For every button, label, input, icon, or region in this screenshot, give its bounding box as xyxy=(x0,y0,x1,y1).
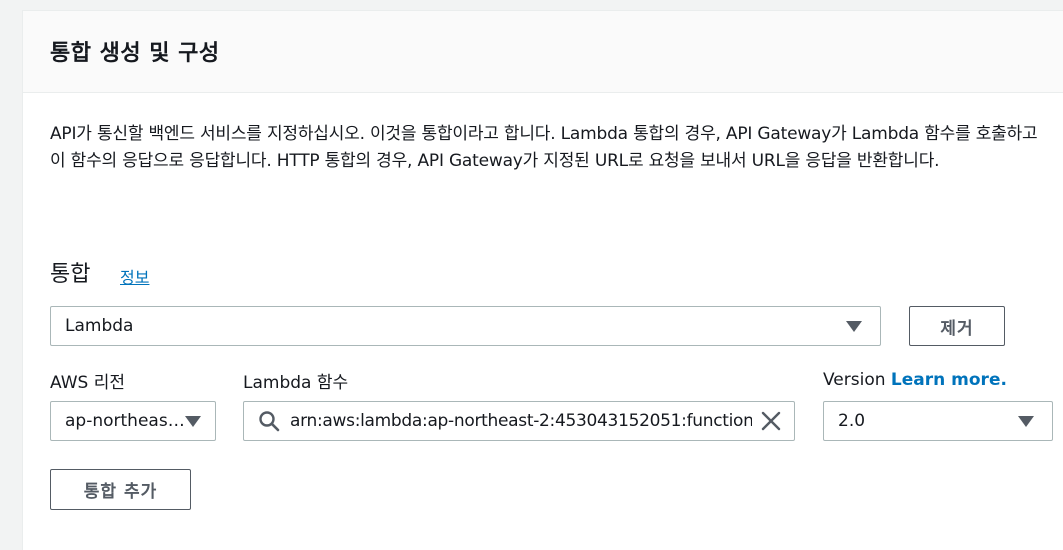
integration-section-label: 통합 xyxy=(50,262,91,287)
version-select[interactable]: 2.0 xyxy=(823,401,1053,441)
lambda-function-label: Lambda 함수 xyxy=(243,373,349,393)
region-value: ap-northeast-2 xyxy=(65,411,185,431)
caret-down-icon xyxy=(185,415,201,427)
lambda-function-input[interactable] xyxy=(290,411,752,431)
version-label: Version Learn more. xyxy=(823,370,1007,390)
integration-type-select[interactable]: Lambda xyxy=(50,306,881,346)
region-select[interactable]: ap-northeast-2 xyxy=(50,401,216,441)
caret-down-icon xyxy=(1018,415,1034,427)
lambda-function-field[interactable] xyxy=(243,401,795,441)
remove-button[interactable]: 제거 xyxy=(909,306,1005,346)
version-label-text: Version xyxy=(823,370,886,390)
panel-header: 통합 생성 및 구성 xyxy=(23,11,1063,93)
search-icon xyxy=(259,411,280,432)
panel-description: API가 통신할 백엔드 서비스를 지정하십시오. 이것을 통합이라고 합니다.… xyxy=(50,124,1038,171)
integration-panel: 통합 생성 및 구성 API가 통신할 백엔드 서비스를 지정하십시오. 이것을… xyxy=(22,10,1063,550)
version-value: 2.0 xyxy=(838,411,866,431)
info-link[interactable]: 정보 xyxy=(120,264,149,288)
integration-type-value: Lambda xyxy=(65,316,134,336)
learn-more-link[interactable]: Learn more. xyxy=(891,370,1007,390)
close-icon[interactable] xyxy=(760,410,782,432)
add-integration-button[interactable]: 통합 추가 xyxy=(50,469,191,510)
panel-title: 통합 생성 및 구성 xyxy=(50,41,220,66)
caret-down-icon xyxy=(846,320,862,332)
region-label: AWS 리전 xyxy=(50,373,125,393)
